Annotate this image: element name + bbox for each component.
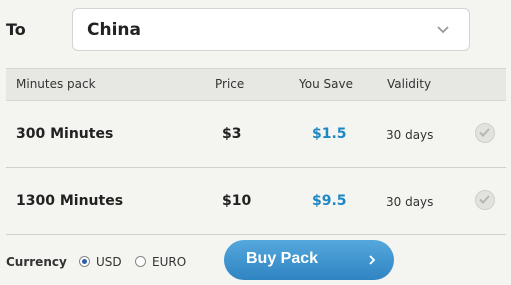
purchase-footer: Currency USD EURO Buy Pack [0,236,511,285]
euro-radio[interactable] [135,256,146,267]
select-check-icon[interactable] [475,190,495,210]
price-cell: $3 [222,126,242,142]
price-cell: $10 [222,193,252,209]
validity-cell: 30 days [386,195,434,209]
destination-row: To China [0,0,511,60]
buy-pack-label: Buy Pack [246,250,319,267]
country-value: China [87,20,141,40]
save-cell: $9.5 [312,193,347,209]
header-validity: Validity [387,77,432,91]
chevron-right-icon [369,255,376,265]
buy-pack-button[interactable]: Buy Pack [224,240,394,280]
table-row[interactable]: 300 Minutes $3 $1.5 30 days [6,101,506,168]
header-minutes-pack: Minutes pack [16,77,96,91]
minutes-cell: 300 Minutes [16,126,114,142]
header-price: Price [215,77,245,91]
validity-cell: 30 days [386,128,434,142]
euro-label: EURO [152,255,187,269]
usd-radio[interactable] [79,256,90,267]
save-cell: $1.5 [312,126,347,142]
header-you-save: You Save [299,77,353,91]
table-row[interactable]: 1300 Minutes $10 $9.5 30 days [6,168,506,235]
chevron-down-icon [437,26,449,34]
currency-label: Currency [6,255,67,269]
minutes-pack-table: Minutes pack Price You Save Validity 300… [6,68,506,235]
destination-label: To [6,20,26,39]
country-select[interactable]: China [72,8,470,51]
usd-label: USD [96,255,122,269]
minutes-cell: 1300 Minutes [16,193,124,209]
select-check-icon[interactable] [475,123,495,143]
table-header: Minutes pack Price You Save Validity [6,68,506,101]
